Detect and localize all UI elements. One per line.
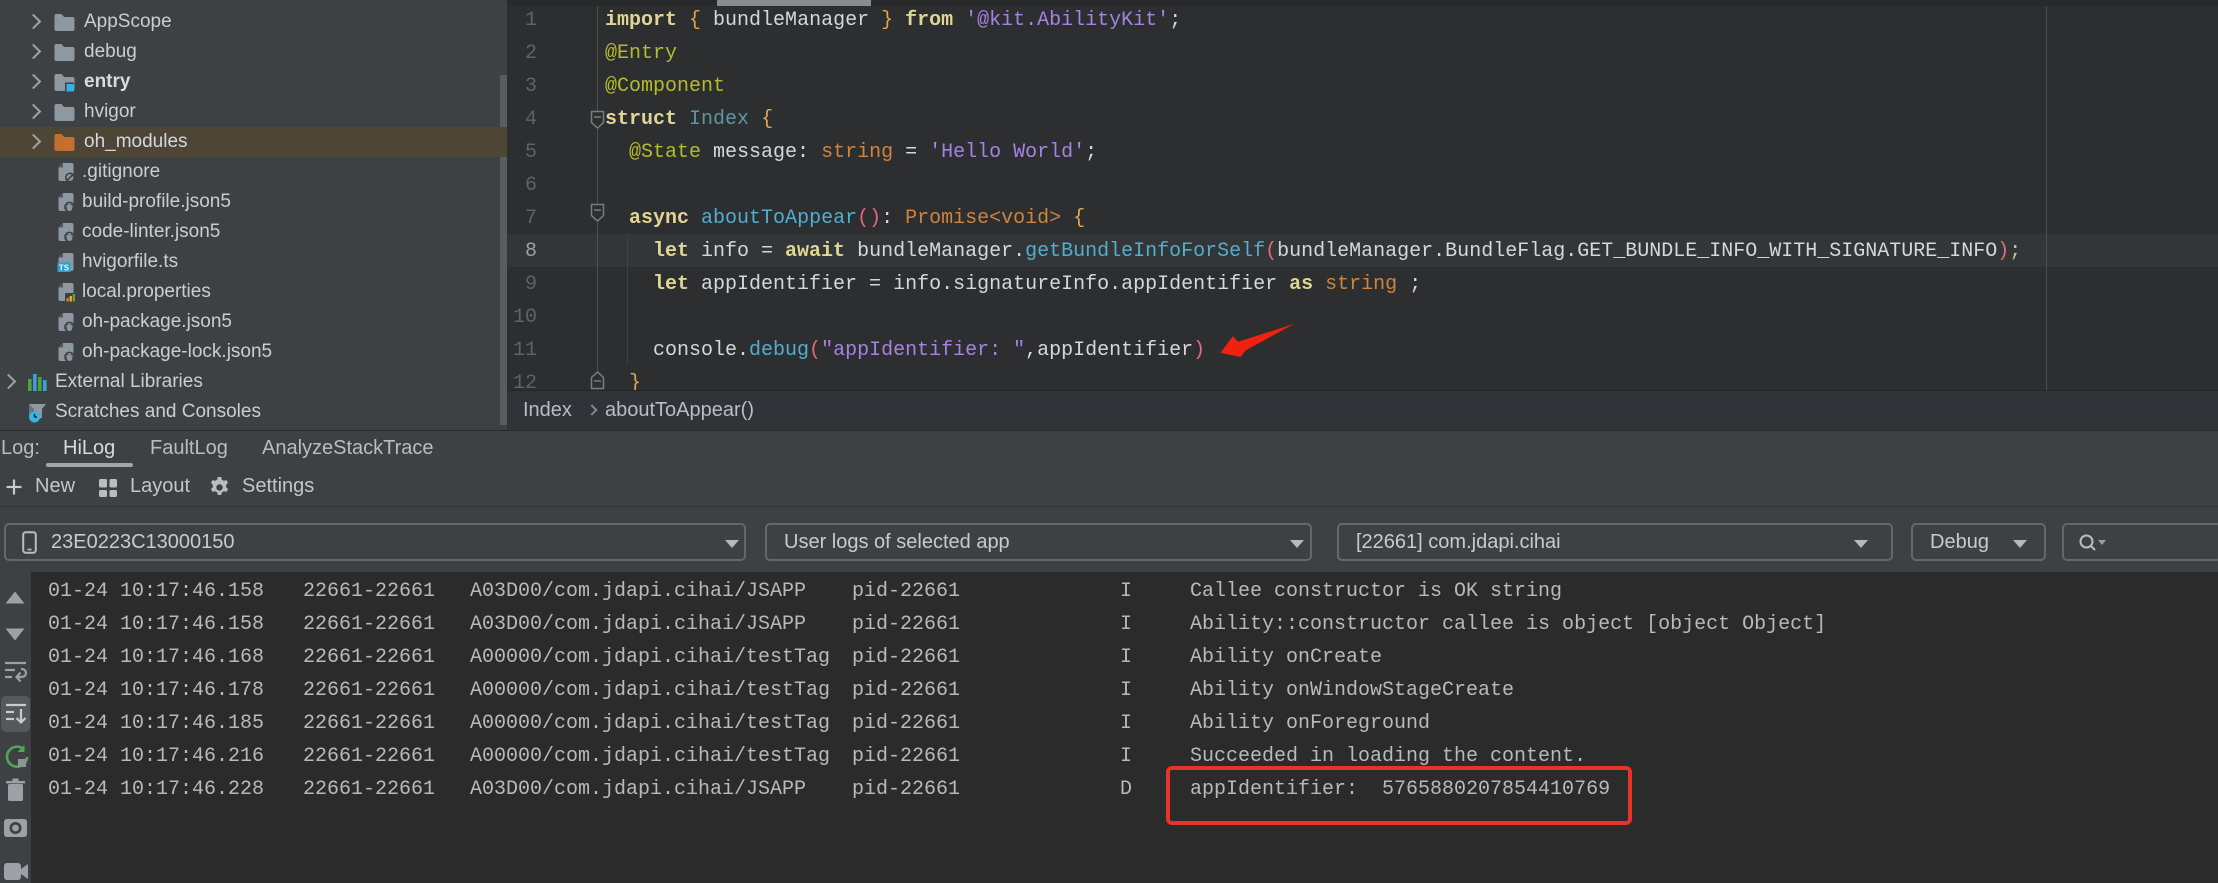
svg-text:TS: TS — [59, 264, 70, 273]
svg-text:{}: {} — [64, 353, 74, 363]
svg-text:{}: {} — [64, 233, 74, 243]
svg-text:{}: {} — [64, 323, 74, 333]
svg-text:{}: {} — [64, 203, 74, 213]
